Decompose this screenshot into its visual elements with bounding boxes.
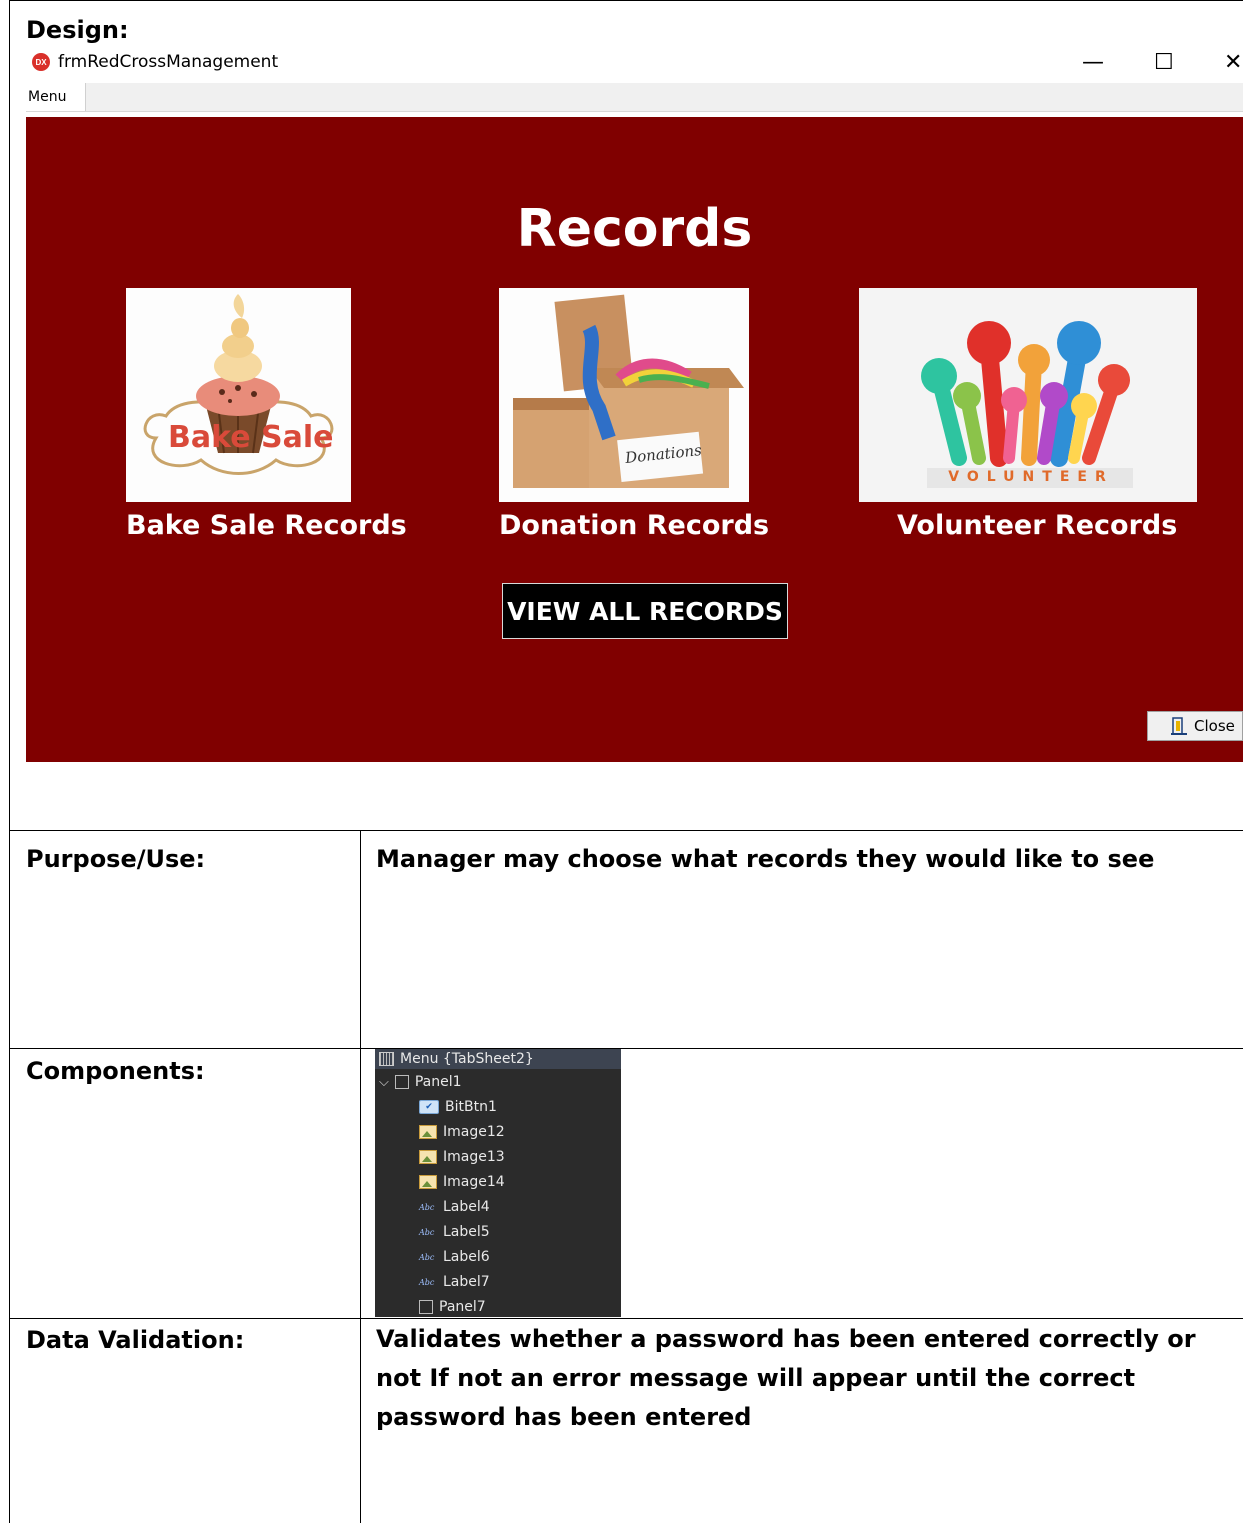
tree-item-label: Label5 [443,1224,490,1240]
cupcake-illustration [143,294,334,475]
tree-item-panel7[interactable]: Panel7 [419,1295,486,1319]
panel-icon [419,1300,433,1314]
door-exit-icon [1171,717,1187,735]
tree-item-image13[interactable]: Image13 [419,1145,505,1169]
validation-label: Data Validation: [26,1326,245,1354]
tree-item-bitbtn1[interactable]: ✔ BitBtn1 [419,1095,497,1119]
label-icon: Abc [419,1227,435,1237]
label-icon: Abc [419,1252,435,1262]
app-icon: DX [32,53,50,71]
tree-item-label: Panel7 [439,1299,486,1315]
bake-sale-records-label[interactable]: Bake Sale Records [126,510,407,541]
table-divider [9,1318,1243,1319]
component-tree: Menu {TabSheet2} ⌵ Panel1 ✔ BitBtn1 Imag… [375,1049,621,1317]
window-titlebar: DX frmRedCrossManagement [32,50,278,74]
volunteer-image[interactable]: VOLUNTEER [859,288,1197,502]
records-panel: Records Bake Sale Donations VOLUNTEER Ba… [26,117,1243,762]
tree-chevron-icon: ⌵ [379,1074,389,1090]
tree-item-label7[interactable]: Abc Label7 [419,1270,490,1294]
validation-text: Validates whether a password has been en… [376,1325,1196,1431]
tree-item-label: Label6 [443,1249,490,1265]
tab-menu[interactable]: Menu [26,83,86,111]
donation-records-label[interactable]: Donation Records [499,510,769,541]
donation-boxes-illustration [513,294,744,488]
table-divider [9,1048,1243,1049]
tree-item-label4[interactable]: Abc Label4 [419,1195,490,1219]
tree-header-label: Menu {TabSheet2} [400,1051,534,1067]
tree-item-label: Image12 [443,1124,505,1140]
donation-image[interactable]: Donations [499,288,749,502]
tree-item-label5[interactable]: Abc Label5 [419,1220,490,1244]
design-label: Design: [26,16,129,44]
view-all-records-button[interactable]: VIEW ALL RECORDS [502,583,788,639]
close-button[interactable]: Close [1147,711,1243,741]
tree-item-image14[interactable]: Image14 [419,1170,505,1194]
tree-header[interactable]: Menu {TabSheet2} [375,1049,621,1069]
components-label: Components: [26,1057,205,1085]
tree-item-panel1[interactable]: ⌵ Panel1 [379,1070,462,1094]
label-icon: Abc [419,1277,435,1287]
panel-icon [394,1075,409,1089]
tree-item-label: Image13 [443,1149,505,1165]
bake-sale-image-text: Bake Sale [168,420,334,455]
tree-item-label6[interactable]: Abc Label6 [419,1245,490,1269]
volunteer-image-text: VOLUNTEER [948,469,1114,485]
tree-item-label: Label7 [443,1274,490,1290]
tree-item-label: Panel1 [414,1074,462,1090]
purpose-text: Manager may choose what records they wou… [376,845,1155,873]
close-button-label: Close [1194,717,1235,735]
image-icon [419,1175,437,1189]
tabsheet-icon [379,1052,394,1066]
tree-item-image12[interactable]: Image12 [419,1120,505,1144]
bake-sale-image[interactable]: Bake Sale [126,288,351,502]
image-icon [419,1150,437,1164]
minimize-button[interactable]: — [1082,50,1104,75]
purpose-label: Purpose/Use: [26,845,206,873]
tab-bar: Menu [26,83,1243,112]
tree-item-label: BitBtn1 [445,1099,497,1115]
records-heading: Records [516,199,753,259]
image-icon [419,1125,437,1139]
volunteer-records-label[interactable]: Volunteer Records [897,510,1177,541]
window-title: frmRedCrossManagement [58,52,279,72]
tree-item-label: Image14 [443,1174,505,1190]
tree-item-label: Label4 [443,1199,490,1215]
bitbtn-icon: ✔ [419,1100,439,1114]
maximize-button[interactable]: ☐ [1154,50,1174,75]
label-icon: Abc [419,1202,435,1212]
table-column-divider [360,830,361,1523]
table-divider [9,830,1243,831]
close-window-button[interactable]: ✕ [1224,50,1242,75]
